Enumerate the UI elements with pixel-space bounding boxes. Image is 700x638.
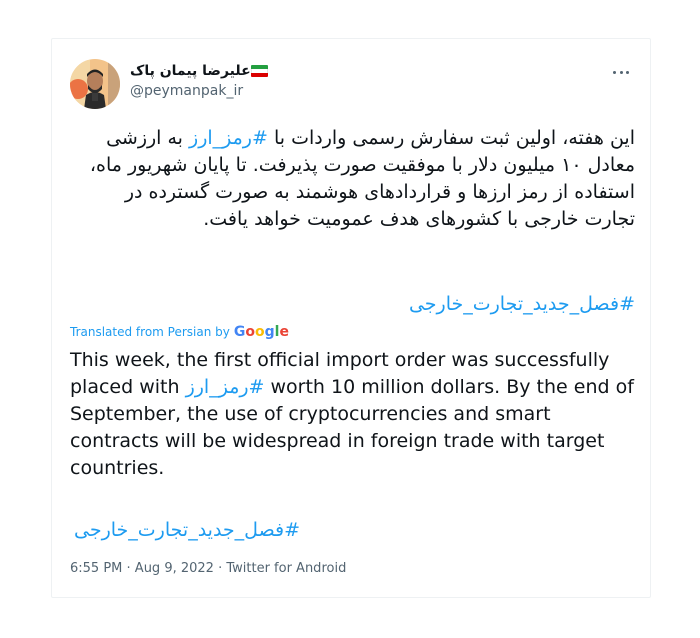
tweet-hashtag-link[interactable]: #فصل_جدید_تجارت_خارجی bbox=[70, 291, 635, 318]
author-block[interactable]: علیرضا پیمان پاک @peymanpak_ir bbox=[130, 61, 350, 101]
tweet-source: Twitter for Android bbox=[226, 561, 347, 576]
translated-text: This week, the first official import ord… bbox=[70, 347, 635, 482]
iran-flag-icon bbox=[250, 65, 268, 77]
tweet-card[interactable]: علیرضا پیمان پاک @peymanpak_ir این هفته،… bbox=[51, 38, 651, 598]
author-handle[interactable]: @peymanpak_ir bbox=[130, 81, 350, 101]
tweet-text-part: این هفته، اولین ثبت سفارش رسمی واردات با bbox=[267, 127, 635, 149]
tweet-meta: 6:55 PM · Aug 9, 2022 · Twitter for Andr… bbox=[70, 561, 346, 576]
meta-separator: · bbox=[213, 561, 227, 576]
translation-attribution[interactable]: Translated from Persian by Google bbox=[70, 323, 289, 341]
translated-inline-hashtag[interactable]: #رمز_ارز bbox=[186, 376, 265, 398]
google-logo: Google bbox=[233, 324, 289, 340]
avatar[interactable] bbox=[70, 59, 120, 109]
author-name[interactable]: علیرضا پیمان پاک bbox=[130, 63, 251, 79]
meta-separator: · bbox=[122, 561, 135, 576]
tweet-inline-hashtag[interactable]: #رمز_ارز bbox=[189, 127, 268, 149]
translated-hashtag-link[interactable]: #فصل_جدید_تجارت_خارجی bbox=[74, 517, 300, 544]
tweet-time[interactable]: 6:55 PM bbox=[70, 561, 122, 576]
tweet-text: این هفته، اولین ثبت سفارش رسمی واردات با… bbox=[70, 125, 635, 233]
more-icon[interactable] bbox=[610, 61, 632, 83]
translated-label: Translated from Persian by bbox=[70, 325, 230, 339]
tweet-date[interactable]: Aug 9, 2022 bbox=[135, 561, 214, 576]
